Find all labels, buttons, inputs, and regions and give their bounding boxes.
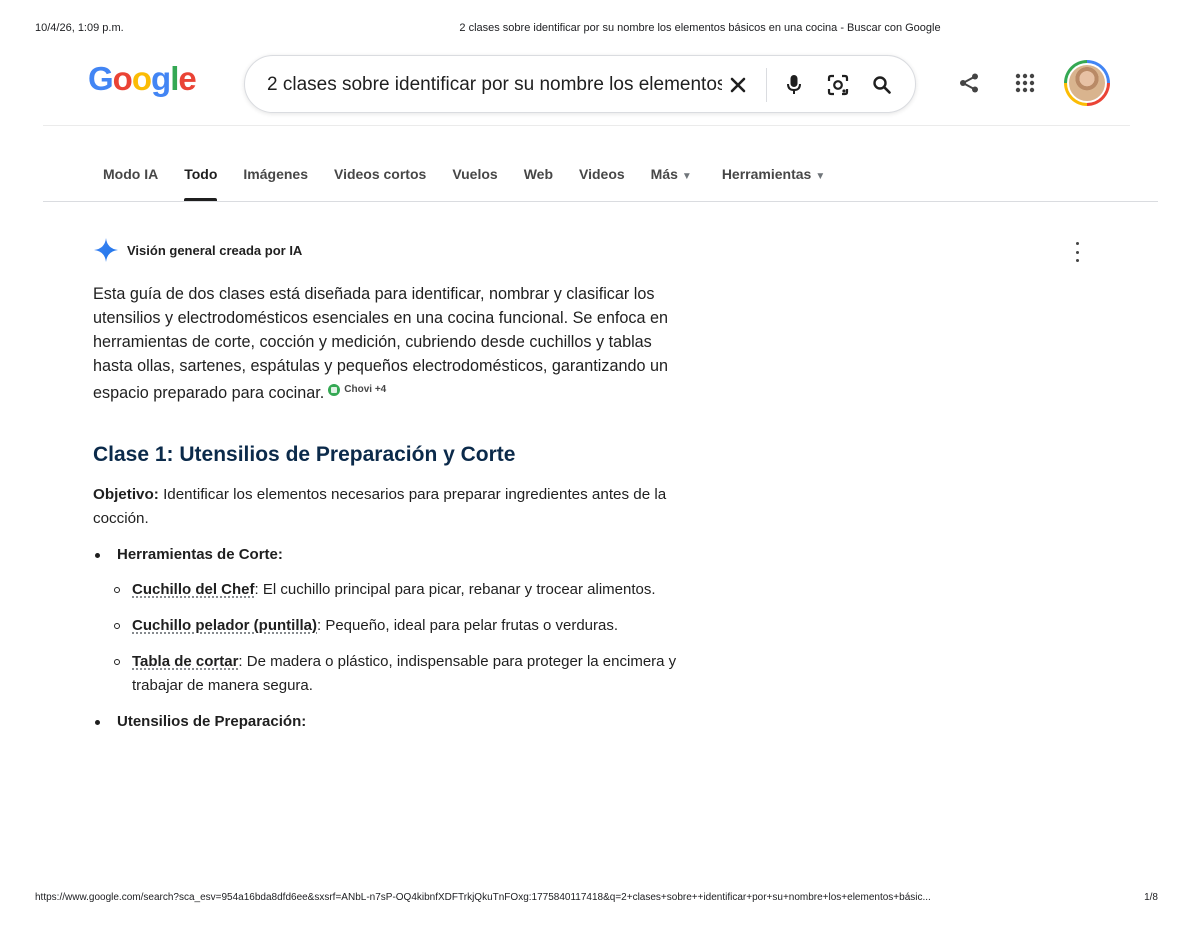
lens-icon[interactable]: [823, 70, 853, 100]
header-divider: [43, 125, 1130, 126]
avatar[interactable]: [1064, 60, 1110, 106]
tab-videos-cortos[interactable]: Videos cortos: [334, 166, 426, 201]
tab-label: Modo IA: [103, 166, 159, 182]
more-options-icon[interactable]: [1069, 242, 1085, 262]
sub-list: Cuchillo del Chef: El cuchillo principal…: [114, 578, 693, 698]
tab-label: Web: [523, 166, 554, 182]
ai-summary: Esta guía de dos clases está diseñada pa…: [93, 282, 693, 405]
caret-down-icon: ▼: [815, 171, 826, 182]
print-url: https://www.google.com/search?sca_esv=95…: [35, 892, 931, 903]
term-link[interactable]: Tabla de cortar: [132, 653, 238, 670]
logo-letter: e: [178, 60, 196, 97]
source-favicon-icon: [328, 384, 341, 396]
term-link[interactable]: Cuchillo del Chef: [132, 581, 255, 598]
tab-web[interactable]: Web: [524, 166, 553, 201]
section-title: Clase 1: Utensilios de Preparación y Cor…: [93, 443, 516, 466]
print-page-title: 2 clases sobre identificar por su nombre…: [459, 22, 941, 34]
tab-label: Videos: [579, 166, 625, 182]
logo-letter: o: [112, 60, 133, 97]
tab-label: Todo: [184, 166, 218, 182]
logo-letter: o: [131, 60, 152, 97]
group-heading: Utensilios de Preparación:: [117, 713, 307, 730]
gemini-sparkle-icon: [94, 238, 118, 262]
objective-text: Identificar los elementos necesarios par…: [93, 486, 667, 527]
search-input[interactable]: [267, 72, 722, 98]
term-description: : El cuchillo principal para picar, reba…: [254, 581, 656, 598]
ai-overview-content: Esta guía de dos clases está diseñada pa…: [93, 282, 693, 742]
search-icon[interactable]: [867, 70, 897, 100]
tab-herramientas[interactable]: Herramientas ▼: [722, 166, 825, 201]
caret-down-icon: ▼: [681, 171, 692, 182]
tab-videos[interactable]: Videos: [579, 166, 625, 201]
logo-letter: l: [170, 60, 179, 97]
logo-letter: g: [151, 60, 171, 97]
source-chip-label: Chovi +4: [344, 384, 387, 395]
tab-imagenes[interactable]: Imágenes: [243, 166, 308, 201]
google-logo[interactable]: Google: [88, 60, 197, 98]
objective-label: Objetivo:: [93, 486, 159, 503]
source-chip[interactable]: Chovi +4: [328, 378, 386, 402]
tab-label: Más: [650, 166, 678, 182]
tab-label: Imágenes: [243, 166, 308, 182]
tool-groups: Herramientas de Corte: Cuchillo del Chef…: [93, 543, 693, 734]
list-item: Cuchillo pelador (puntilla): Pequeño, id…: [114, 614, 693, 638]
list-item: Utensilios de Preparación:: [93, 710, 693, 734]
mic-icon[interactable]: [779, 70, 809, 100]
tab-label: Videos cortos: [333, 166, 427, 182]
search-tabs: Modo IA Todo Imágenes Videos cortos Vuel…: [103, 166, 851, 201]
tab-mas[interactable]: Más ▼: [651, 166, 692, 201]
term-link[interactable]: Cuchillo pelador (puntilla): [132, 617, 317, 634]
ai-overview-header: Visión general creada por IA: [93, 237, 302, 263]
group-heading: Herramientas de Corte:: [117, 546, 283, 563]
avatar-photo: [1067, 63, 1107, 103]
print-page-number: 1/8: [1144, 892, 1158, 903]
logo-letter: G: [88, 60, 114, 97]
tab-label: Herramientas: [721, 166, 812, 182]
share-icon[interactable]: [952, 66, 986, 100]
header-actions: [952, 60, 1110, 106]
list-item: Herramientas de Corte: Cuchillo del Chef…: [93, 543, 693, 698]
tab-todo[interactable]: Todo: [184, 166, 218, 201]
term-description: : Pequeño, ideal para pelar frutas o ver…: [317, 617, 619, 634]
search-divider: [766, 68, 767, 102]
tabs-divider: [43, 201, 1158, 202]
tab-modo-ia[interactable]: Modo IA: [103, 166, 158, 201]
list-item: Cuchillo del Chef: El cuchillo principal…: [114, 578, 693, 602]
tab-label: Vuelos: [452, 166, 498, 182]
ai-overview-title: Visión general creada por IA: [127, 242, 303, 258]
apps-grid-icon[interactable]: [1008, 66, 1042, 100]
list-item: Tabla de cortar: De madera o plástico, i…: [114, 650, 693, 698]
tab-vuelos[interactable]: Vuelos: [452, 166, 497, 201]
objective: Objetivo: Identificar los elementos nece…: [93, 483, 693, 531]
close-icon[interactable]: [723, 70, 753, 100]
search-box[interactable]: [244, 55, 916, 113]
